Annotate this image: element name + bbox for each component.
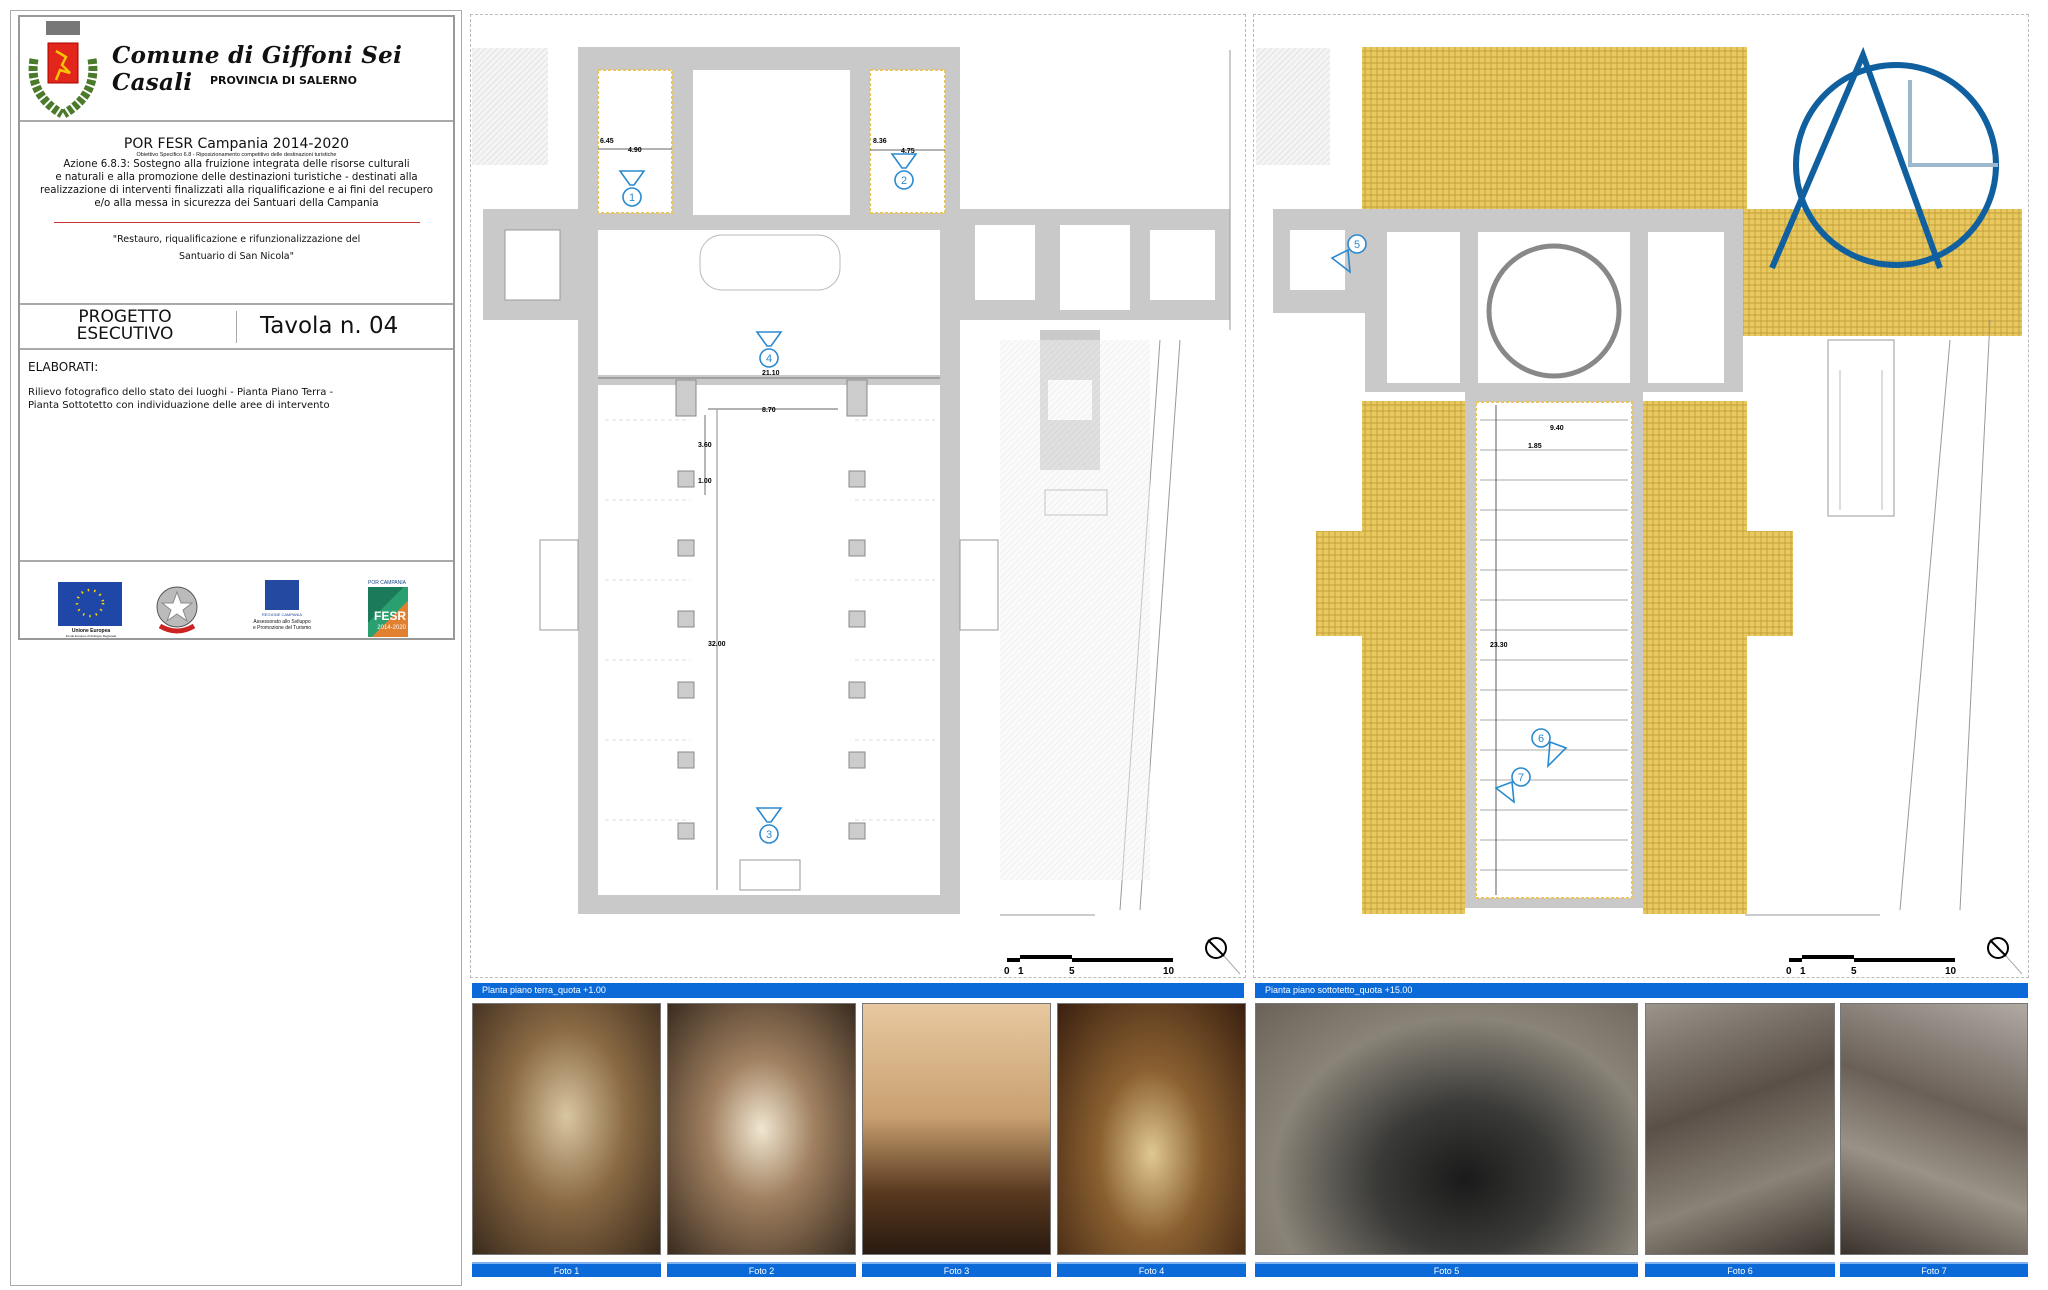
svg-text:1: 1: [1018, 966, 1024, 977]
svg-text:4: 4: [766, 353, 772, 365]
intervention-area-roof: [1643, 401, 1747, 914]
svg-text:1: 1: [629, 192, 635, 204]
ground-floor-plan: 6.45 4.90 8.36 4.75 21.10 8.70 3.60 1.00…: [472, 47, 1240, 977]
svg-text:3: 3: [766, 829, 772, 841]
svg-text:2: 2: [901, 175, 907, 187]
dimension-label: 1.00: [698, 478, 712, 485]
photo-label: Foto 7: [1840, 1262, 2028, 1277]
photo-label: Foto 6: [1645, 1262, 1835, 1277]
ground-plan-caption: Planta piano terra_quota +1.00: [472, 983, 1244, 998]
attic-plan: 9.40 1.85 23.30 5 6 7 01 5 10: [1256, 47, 2022, 977]
dimension-label: 1.85: [1528, 443, 1542, 450]
photo-label: Foto 3: [862, 1262, 1051, 1277]
photo-label: Foto 1: [472, 1262, 661, 1277]
dimension-label: 4.90: [628, 147, 642, 154]
photo-3[interactable]: [862, 1003, 1051, 1255]
north-arrow-icon: [1988, 938, 2022, 974]
plans-drawing: 6.45 4.90 8.36 4.75 21.10 8.70 3.60 1.00…: [0, 0, 2048, 990]
svg-text:10: 10: [1163, 966, 1175, 977]
svg-text:7: 7: [1518, 772, 1524, 784]
svg-text:10: 10: [1945, 966, 1957, 977]
hatched-area: [472, 48, 548, 165]
dimension-label: 3.60: [698, 442, 712, 449]
intervention-area-roof: [1743, 209, 2022, 336]
photo-4[interactable]: [1057, 1003, 1246, 1255]
photo-6[interactable]: [1645, 1003, 1835, 1255]
dimension-label: 6.45: [600, 138, 614, 145]
svg-text:0: 0: [1004, 966, 1010, 977]
svg-text:5: 5: [1069, 966, 1075, 977]
intervention-area-roof: [1362, 401, 1465, 914]
dimension-label: 23.30: [1490, 642, 1508, 649]
scale-bar: 01 5 10: [1786, 955, 1957, 977]
photo-5[interactable]: [1255, 1003, 1638, 1255]
photo-7[interactable]: [1840, 1003, 2028, 1255]
intervention-area-roof: [1362, 47, 1747, 209]
dimension-label: 8.70: [762, 407, 776, 414]
attic-plan-caption: Pianta piano sottotetto_quota +15.00: [1255, 983, 2028, 998]
svg-text:0: 0: [1786, 966, 1792, 977]
dimension-label: 21.10: [762, 370, 780, 377]
photo-1[interactable]: [472, 1003, 661, 1255]
dimension-label: 9.40: [1550, 425, 1564, 432]
svg-text:6: 6: [1538, 733, 1544, 745]
dimension-label: 8.36: [873, 138, 887, 145]
photo-2[interactable]: [667, 1003, 856, 1255]
svg-text:5: 5: [1354, 239, 1360, 251]
svg-text:5: 5: [1851, 966, 1857, 977]
photo-label: Foto 4: [1057, 1262, 1246, 1277]
svg-text:1: 1: [1800, 966, 1806, 977]
scale-bar: 01 5 10: [1004, 955, 1175, 977]
north-arrow-icon: [1206, 938, 1240, 974]
photo-label: Foto 5: [1255, 1262, 1638, 1277]
dimension-label: 32.00: [708, 641, 726, 648]
photo-label: Foto 2: [667, 1262, 856, 1277]
